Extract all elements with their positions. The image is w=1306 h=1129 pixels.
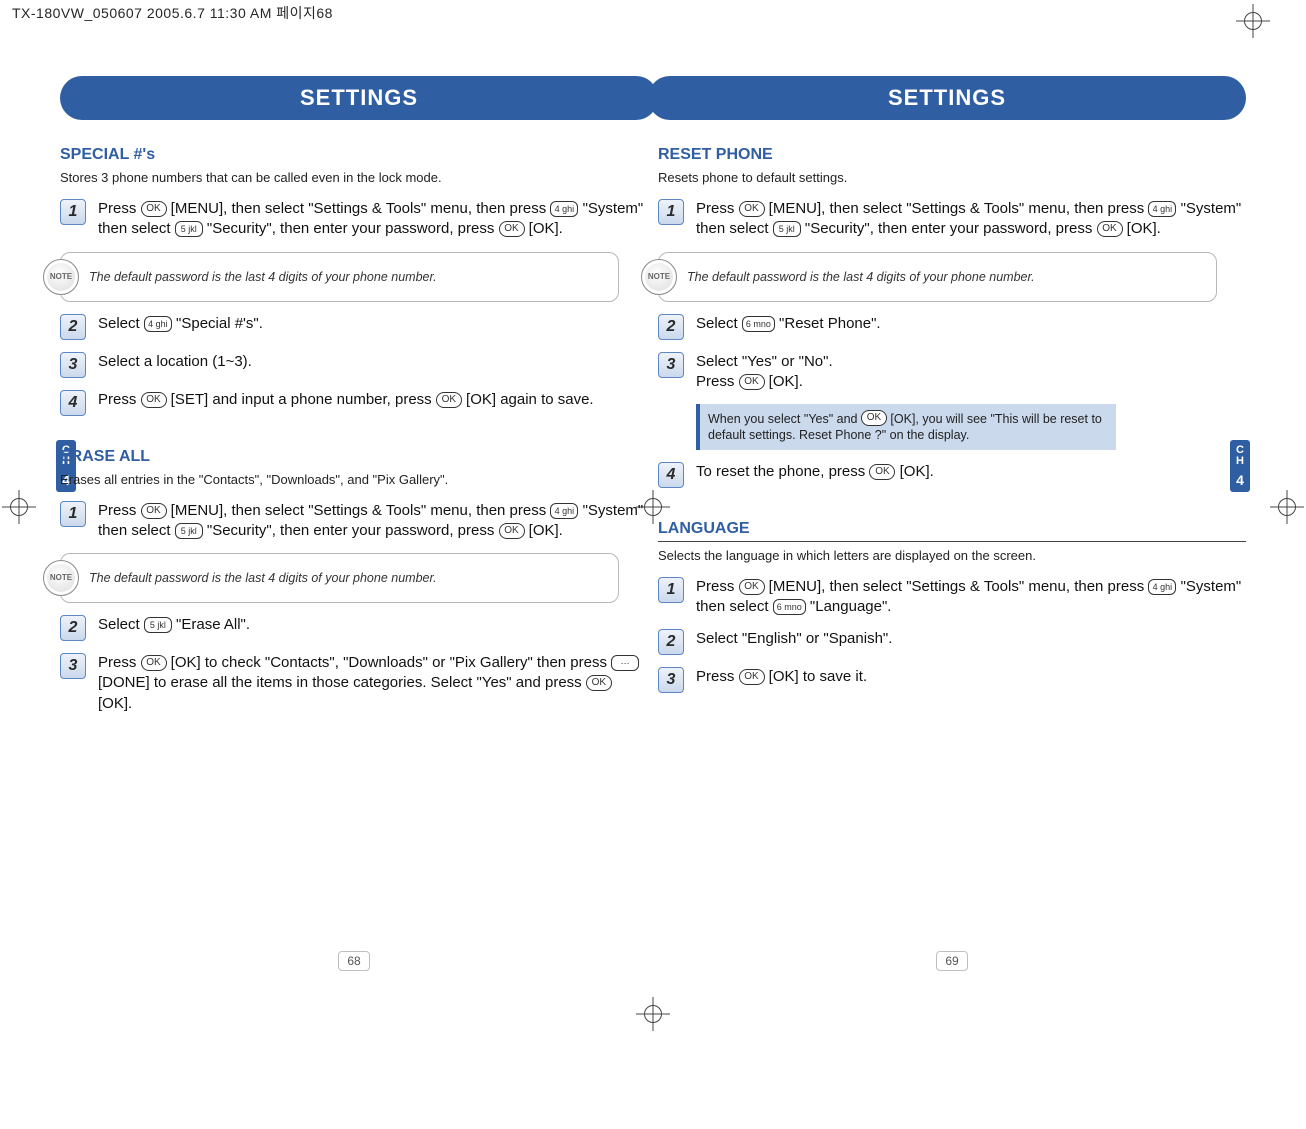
step-number-badge: 4 <box>60 390 86 416</box>
page-banner: SETTINGS <box>60 68 648 128</box>
step-text: Select 5 jkl "Erase All". <box>98 615 648 635</box>
note-callout: The default password is the last 4 digit… <box>658 252 1217 302</box>
note-text: The default password is the last 4 digit… <box>687 270 1035 284</box>
print-header: TX-180VW_050607 2005.6.7 11:30 AM 페이지68 <box>0 0 1306 36</box>
step-number-badge: 4 <box>658 462 684 488</box>
section-subtitle: Selects the language in which letters ar… <box>658 548 1246 563</box>
note-icon <box>641 259 677 295</box>
step: 4 To reset the phone, press OK [OK]. <box>658 462 1246 488</box>
page-spread: SETTINGS SPECIAL #'s Stores 3 phone numbe… <box>60 58 1246 989</box>
page-right-body: RESET PHONE Resets phone to default setti… <box>658 146 1246 711</box>
page-number-left: 68 <box>338 951 370 971</box>
note-icon <box>43 560 79 596</box>
registration-mark-icon <box>2 490 36 524</box>
steps-list: 1 Press OK [MENU], then select "Settings … <box>60 501 648 714</box>
step-number-badge: 3 <box>658 667 684 693</box>
banner-title: SETTINGS <box>300 85 418 111</box>
step-number-badge: 3 <box>60 352 86 378</box>
step: 1 Press OK [MENU], then select "Settings … <box>658 199 1246 240</box>
step-number-badge: 2 <box>658 629 684 655</box>
note-text: The default password is the last 4 digit… <box>89 270 437 284</box>
step-text: Press OK [MENU], then select "Settings &… <box>696 199 1246 240</box>
info-box: When you select "Yes" and OK [OK], you w… <box>696 404 1116 450</box>
step: 1 Press OK [MENU], then select "Settings … <box>60 501 648 542</box>
step: 1 Press OK [MENU], then select "Settings … <box>60 199 648 240</box>
note-icon <box>43 259 79 295</box>
page-left-body: SPECIAL #'s Stores 3 phone numbers that c… <box>60 146 648 732</box>
section-subtitle: Resets phone to default settings. <box>658 170 1246 185</box>
step-number-badge: 2 <box>658 314 684 340</box>
note-text: The default password is the last 4 digit… <box>89 571 437 585</box>
step-number-badge: 2 <box>60 314 86 340</box>
step: 3 Press OK [OK] to save it. <box>658 667 1246 693</box>
page-number-right: 69 <box>936 951 968 971</box>
section-title: LANGUAGE <box>658 520 1246 542</box>
step-text: Press OK [OK] to check "Contacts", "Down… <box>98 653 648 714</box>
page-right: SETTINGS RESET PHONE Resets phone to defa… <box>658 58 1246 989</box>
step-text: To reset the phone, press OK [OK]. <box>696 462 1246 482</box>
section-title: SPECIAL #'s <box>60 146 648 164</box>
section-subtitle: Stores 3 phone numbers that can be calle… <box>60 170 648 185</box>
section-title: ERASE ALL <box>60 448 648 466</box>
step-text: Select a location (1~3). <box>98 352 648 372</box>
step: 3 Press OK [OK] to check "Contacts", "Dow… <box>60 653 648 714</box>
steps-list: 1 Press OK [MENU], then select "Settings … <box>658 577 1246 694</box>
step-number-badge: 1 <box>60 501 86 527</box>
step: 2 Select 5 jkl "Erase All". <box>60 615 648 641</box>
step-number-badge: 3 <box>60 653 86 679</box>
note-callout: The default password is the last 4 digit… <box>60 553 619 603</box>
steps-list: 1 Press OK [MENU], then select "Settings … <box>658 199 1246 488</box>
step: 2 Select "English" or "Spanish". <box>658 629 1246 655</box>
steps-list: 1 Press OK [MENU], then select "Settings … <box>60 199 648 416</box>
print-header-text: TX-180VW_050607 2005.6.7 11:30 AM 페이지68 <box>12 5 333 21</box>
registration-mark-icon <box>1270 490 1304 524</box>
page-banner: SETTINGS <box>658 68 1246 128</box>
note-callout: The default password is the last 4 digit… <box>60 252 619 302</box>
page-left: SETTINGS SPECIAL #'s Stores 3 phone numbe… <box>60 58 648 989</box>
step-number-badge: 3 <box>658 352 684 378</box>
step: 3 Select "Yes" or "No".Press OK [OK]. <box>658 352 1246 393</box>
step: 2 Select 6 mno "Reset Phone". <box>658 314 1246 340</box>
registration-mark-icon <box>636 997 670 1031</box>
step-text: Select 6 mno "Reset Phone". <box>696 314 1246 334</box>
step-text: Press OK [MENU], then select "Settings &… <box>696 577 1246 618</box>
step-number-badge: 2 <box>60 615 86 641</box>
banner-pill: SETTINGS <box>648 76 1246 120</box>
step-text: Press OK [MENU], then select "Settings &… <box>98 199 648 240</box>
step-text: Press OK [SET] and input a phone number,… <box>98 390 648 410</box>
step-text: Press OK [OK] to save it. <box>696 667 1246 687</box>
step: 2 Select 4 ghi "Special #'s". <box>60 314 648 340</box>
banner-title: SETTINGS <box>888 85 1006 111</box>
step-number-badge: 1 <box>658 577 684 603</box>
section-subtitle: Erases all entries in the "Contacts", "D… <box>60 472 648 487</box>
step-text: Select 4 ghi "Special #'s". <box>98 314 648 334</box>
step: 3 Select a location (1~3). <box>60 352 648 378</box>
step: 1 Press OK [MENU], then select "Settings … <box>658 577 1246 618</box>
step-text: Select "Yes" or "No".Press OK [OK]. <box>696 352 1246 393</box>
step: 4 Press OK [SET] and input a phone number… <box>60 390 648 416</box>
step-text: Press OK [MENU], then select "Settings &… <box>98 501 648 542</box>
banner-pill: SETTINGS <box>60 76 658 120</box>
step-number-badge: 1 <box>60 199 86 225</box>
section-title: RESET PHONE <box>658 146 1246 164</box>
step-number-badge: 1 <box>658 199 684 225</box>
step-text: Select "English" or "Spanish". <box>696 629 1246 649</box>
